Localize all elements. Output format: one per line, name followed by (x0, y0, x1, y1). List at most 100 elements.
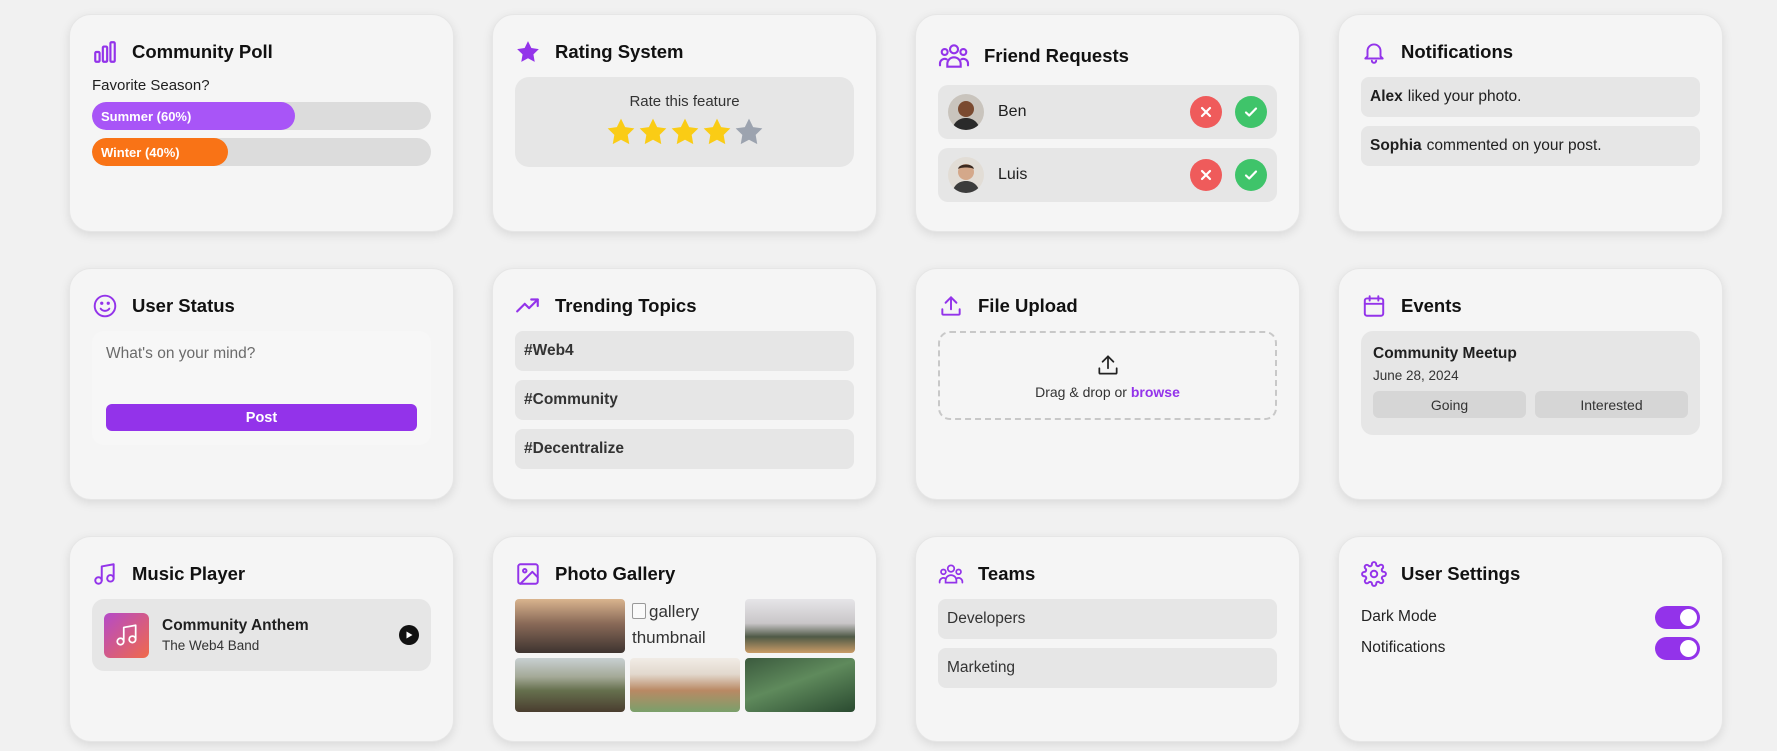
play-button[interactable] (399, 625, 419, 645)
card-title: Rating System (555, 41, 684, 62)
card-header: User Status (92, 291, 431, 321)
rating-system-card: Rating System Rate this feature (492, 14, 877, 232)
album-art (104, 612, 149, 658)
star-filled-icon[interactable] (701, 116, 733, 148)
events-card: Events Community Meetup June 28, 2024 Go… (1338, 268, 1723, 500)
team-item[interactable]: Marketing (938, 648, 1277, 688)
card-title: Teams (978, 563, 1036, 584)
smile-icon (93, 294, 117, 318)
notifications-toggle[interactable] (1655, 636, 1700, 660)
card-header: Events (1361, 291, 1700, 321)
gallery-thumbnail[interactable] (630, 658, 740, 712)
notification-item[interactable]: Alex liked your photo. (1361, 77, 1700, 117)
star-filled-icon[interactable] (637, 116, 669, 148)
drop-text: Drag & drop or browse (1035, 384, 1180, 400)
card-header: Rating System (515, 37, 854, 67)
photo-gallery-card: Photo Gallery gallery thumbnail (492, 536, 877, 742)
poll-option-summer[interactable]: Summer (60%) (92, 102, 431, 130)
photo-grid: gallery thumbnail (515, 599, 855, 712)
drop-label: Drag & drop or (1035, 383, 1127, 400)
status-composer: Post (92, 331, 431, 445)
music-player-card: Music Player Community Anthem The Web4 B… (69, 536, 454, 742)
image-icon (517, 563, 539, 585)
card-header: Notifications (1361, 37, 1700, 67)
calendar-icon (1363, 295, 1385, 317)
poll-option-label: Summer (60%) (101, 108, 192, 124)
accept-button[interactable] (1235, 159, 1267, 191)
teams-card: Teams Developers Marketing (915, 536, 1300, 742)
users-icon (938, 44, 970, 68)
friend-request-row: Luis (938, 148, 1277, 202)
gallery-thumbnail[interactable] (745, 658, 855, 712)
track-title: Community Anthem (162, 617, 309, 634)
star-rating (605, 116, 765, 148)
card-title: Community Poll (132, 41, 273, 62)
event-item: Community Meetup June 28, 2024 Going Int… (1361, 331, 1700, 435)
trending-topic[interactable]: #Community (515, 380, 854, 420)
post-button[interactable]: Post (106, 404, 417, 431)
trending-topics-card: Trending Topics #Web4 #Community #Decent… (492, 268, 877, 500)
file-drop-zone[interactable]: Drag & drop or browse (938, 331, 1277, 420)
card-header: File Upload (938, 291, 1277, 321)
card-header: Community Poll (92, 37, 431, 67)
now-playing: Community Anthem The Web4 Band (92, 599, 431, 671)
poll-question: Favorite Season? (92, 77, 210, 94)
friend-request-row: Ben (938, 85, 1277, 139)
setting-notifications: Notifications (1361, 636, 1700, 660)
card-header: User Settings (1361, 559, 1700, 589)
notification-user: Alex (1370, 88, 1403, 105)
gallery-thumbnail[interactable] (515, 658, 625, 712)
notification-item[interactable]: Sophia commented on your post. (1361, 126, 1700, 166)
reject-button[interactable] (1190, 159, 1222, 191)
card-header: Friend Requests (938, 41, 1277, 71)
notifications-card: Notifications Alex liked your photo. Soph… (1338, 14, 1723, 232)
browse-link[interactable]: browse (1131, 384, 1180, 400)
user-settings-card: User Settings Dark Mode Notifications (1338, 536, 1723, 742)
bar-chart-icon (94, 41, 116, 63)
card-title: User Status (132, 295, 235, 316)
interested-button[interactable]: Interested (1535, 391, 1688, 418)
poll-fill: Summer (60%) (92, 102, 296, 130)
broken-image-icon (632, 603, 646, 619)
card-title: Friend Requests (984, 45, 1129, 66)
user-status-card: User Status Post (69, 268, 454, 500)
notification-user: Sophia (1370, 137, 1422, 154)
reject-button[interactable] (1190, 96, 1222, 128)
gallery-thumbnail[interactable] (745, 599, 855, 653)
poll-fill: Winter (40%) (92, 138, 228, 166)
check-icon (1244, 107, 1258, 117)
card-header: Photo Gallery (515, 559, 854, 589)
close-icon (1200, 106, 1212, 118)
team-item[interactable]: Developers (938, 599, 1277, 639)
star-filled-icon[interactable] (605, 116, 637, 148)
play-icon (406, 631, 413, 639)
gallery-thumbnail-broken[interactable]: gallery thumbnail (630, 599, 740, 653)
poll-option-winter[interactable]: Winter (40%) (92, 138, 431, 166)
card-title: Photo Gallery (555, 563, 676, 584)
card-title: Events (1401, 295, 1462, 316)
close-icon (1200, 169, 1212, 181)
setting-label: Dark Mode (1361, 608, 1437, 625)
gallery-thumbnail[interactable] (515, 599, 625, 653)
avatar (948, 94, 984, 130)
trending-topic[interactable]: #Decentralize (515, 429, 854, 469)
accept-button[interactable] (1235, 96, 1267, 128)
trending-up-icon (516, 298, 539, 313)
going-button[interactable]: Going (1373, 391, 1526, 418)
track-artist: The Web4 Band (162, 638, 260, 653)
music-note-icon (115, 624, 137, 646)
notification-text: liked your photo. (1407, 88, 1522, 105)
bell-icon (1364, 43, 1384, 64)
star-icon (517, 41, 539, 62)
poll-option-label: Winter (40%) (101, 144, 180, 160)
avatar (948, 157, 984, 193)
status-input[interactable] (106, 345, 417, 363)
star-filled-icon[interactable] (669, 116, 701, 148)
card-header: Teams (938, 559, 1277, 589)
star-empty-icon[interactable] (733, 116, 765, 148)
dark-mode-toggle[interactable] (1655, 605, 1700, 629)
upload-icon (941, 296, 961, 316)
card-header: Trending Topics (515, 291, 854, 321)
trending-topic[interactable]: #Web4 (515, 331, 854, 371)
setting-dark-mode: Dark Mode (1361, 605, 1700, 629)
